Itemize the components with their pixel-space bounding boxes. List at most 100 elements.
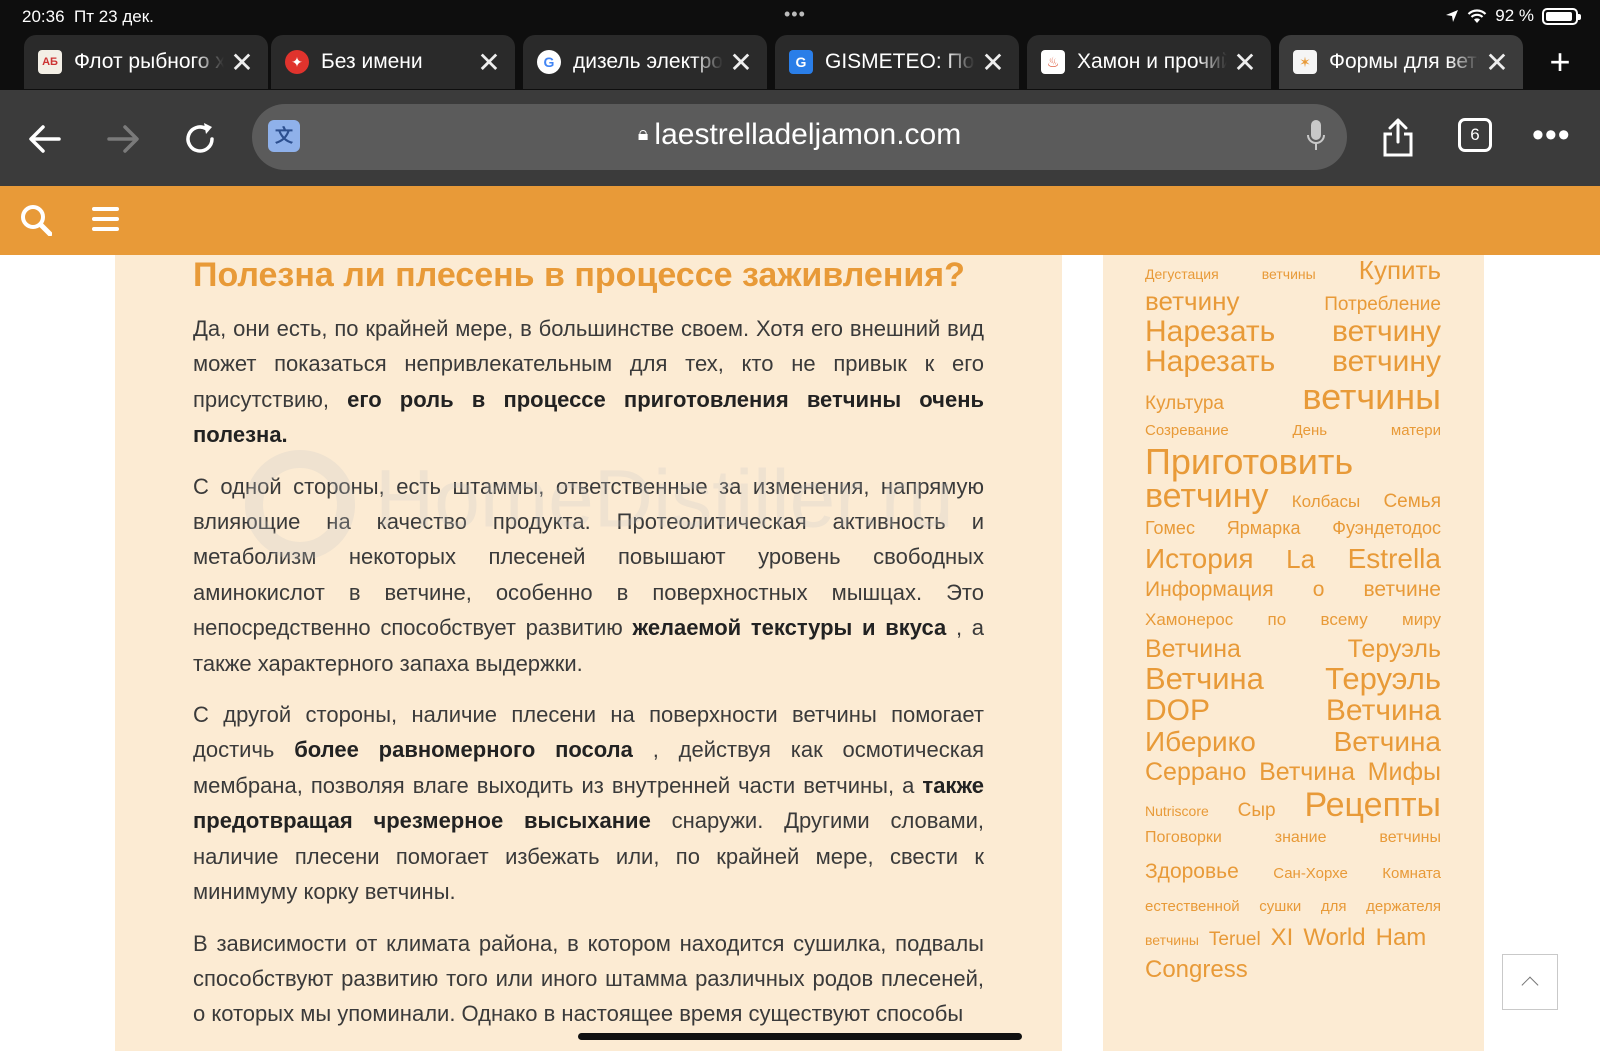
tag-link[interactable]: Congress xyxy=(1145,954,1248,985)
tab-4[interactable]: G GISMETEO: Погода ✕ xyxy=(775,35,1019,89)
tag-link[interactable]: ветчины xyxy=(1379,823,1441,853)
tag-line: Нарезать ветчину xyxy=(1145,347,1441,377)
scroll-to-top-button[interactable] xyxy=(1502,954,1558,1010)
forward-button[interactable] xyxy=(98,114,148,164)
tag-link[interactable]: XI xyxy=(1271,922,1294,954)
tab-title: Флот рыбного хозяйства xyxy=(74,50,224,73)
tag-link[interactable]: о xyxy=(1313,575,1325,605)
tag-link[interactable]: ветчины xyxy=(1145,924,1199,956)
tag-link[interactable]: по xyxy=(1268,605,1287,635)
location-icon xyxy=(1446,10,1459,22)
battery-icon xyxy=(1542,7,1581,25)
tag-link[interactable]: Фуэндетодос xyxy=(1332,513,1441,543)
tag-link[interactable]: Ветчина xyxy=(1145,663,1264,695)
tag-link[interactable]: знание xyxy=(1275,823,1327,853)
tag-link[interactable]: Ветчина xyxy=(1145,635,1241,663)
tag-link[interactable]: держателя xyxy=(1366,891,1441,922)
tag-link[interactable]: Сан-Хорхе xyxy=(1273,855,1348,893)
reload-button[interactable] xyxy=(175,114,225,164)
tag-link[interactable]: сушки xyxy=(1259,891,1301,922)
tag-line: Хамонерос по всему миру xyxy=(1145,605,1441,635)
battery-percent: 92 % xyxy=(1495,6,1534,25)
close-tab-icon[interactable]: ✕ xyxy=(477,46,501,79)
tag-link[interactable]: миру xyxy=(1402,605,1441,635)
tab-1[interactable]: AБ Флот рыбного хозяйства ✕ xyxy=(24,35,268,89)
tag-link[interactable]: матери xyxy=(1391,417,1441,445)
tag-line: Поговорки знание ветчины xyxy=(1145,823,1441,853)
tab-2[interactable]: ✦ Без имени ✕ xyxy=(271,35,515,89)
close-tab-icon[interactable]: ✕ xyxy=(230,46,254,79)
tag-link[interactable]: Приготовить xyxy=(1145,444,1353,480)
paragraph-2: С одной стороны, есть штаммы, ответствен… xyxy=(193,473,984,676)
tag-link[interactable]: ветчину xyxy=(1145,479,1269,513)
tag-link[interactable]: Купить xyxy=(1359,255,1441,286)
wifi-icon xyxy=(1467,8,1487,23)
address-bar[interactable]: 文 🔒︎ laestrelladeljamon.com xyxy=(252,104,1347,170)
tag-link[interactable]: Ветчина xyxy=(1259,757,1355,788)
article-content: Полезна ли плесень в процессе заживления… xyxy=(115,255,1062,1051)
tag-cloud: Дегустация ветчины Купить ветчину Потреблени… xyxy=(1145,255,1441,985)
back-button[interactable] xyxy=(20,114,70,164)
more-menu-button[interactable]: ••• xyxy=(1532,116,1571,155)
tag-line: ветчины Teruel XI World Ham xyxy=(1145,922,1441,954)
search-icon[interactable] xyxy=(20,204,52,236)
tag-link[interactable]: Теруэль xyxy=(1325,663,1441,695)
abc-grid-icon: AБ xyxy=(38,50,62,74)
tag-link[interactable]: La xyxy=(1286,543,1315,575)
tab-6-active[interactable]: ✶ Формы для ветчины ✕ xyxy=(1279,35,1523,89)
tag-link[interactable]: ветчины xyxy=(1262,259,1316,290)
tag-link[interactable]: Estrella xyxy=(1348,543,1441,575)
tag-link[interactable]: Теруэль xyxy=(1348,635,1441,663)
tag-link[interactable]: Ветчина xyxy=(1334,726,1441,757)
tab-switcher-button[interactable]: 6 xyxy=(1458,118,1492,152)
tag-link[interactable]: История xyxy=(1145,543,1254,575)
multitasking-dots[interactable]: ••• xyxy=(784,4,806,25)
tag-link[interactable]: Мифы xyxy=(1368,757,1441,788)
tag-link[interactable]: Иберико xyxy=(1145,726,1256,757)
tag-line: Нарезать ветчину xyxy=(1145,316,1441,347)
close-tab-icon[interactable]: ✕ xyxy=(1233,46,1257,79)
tag-link[interactable]: ветчине xyxy=(1364,575,1441,605)
tag-link[interactable]: для xyxy=(1321,891,1347,922)
home-indicator[interactable] xyxy=(578,1033,1022,1040)
tag-link[interactable]: ветчину xyxy=(1332,347,1441,377)
close-tab-icon[interactable]: ✕ xyxy=(729,46,753,79)
tag-link[interactable]: всему xyxy=(1321,605,1368,635)
tag-link[interactable]: DOP xyxy=(1145,695,1210,726)
tag-line: ветчину Колбасы Семья xyxy=(1145,479,1441,513)
tag-link[interactable]: Поговорки xyxy=(1145,823,1222,853)
tag-link[interactable]: Здоровье xyxy=(1145,853,1239,891)
url-display[interactable]: 🔒︎ laestrelladeljamon.com xyxy=(252,118,1347,152)
tag-link[interactable]: Рецепты xyxy=(1304,788,1441,823)
tag-link[interactable]: Комната xyxy=(1382,855,1441,893)
tag-link[interactable]: Серрано xyxy=(1145,757,1246,788)
tab-title: Формы для ветчины xyxy=(1329,50,1479,73)
tag-link[interactable]: World xyxy=(1303,922,1365,954)
arrow-left-icon xyxy=(29,125,61,153)
tag-link[interactable]: Ярмарка xyxy=(1227,513,1301,543)
tag-link[interactable]: Ветчина xyxy=(1326,695,1441,726)
tag-link[interactable]: Хамонерос xyxy=(1145,605,1233,635)
close-tab-icon[interactable]: ✕ xyxy=(1485,46,1509,79)
tag-link[interactable]: ветчину xyxy=(1332,316,1441,347)
tag-link[interactable]: естественной xyxy=(1145,891,1240,922)
microphone-icon[interactable] xyxy=(1307,120,1325,152)
tag-link[interactable]: Сыр xyxy=(1238,793,1276,828)
tag-line: Nutriscore Сыр Рецепты xyxy=(1145,788,1441,823)
tag-link[interactable]: ветчины xyxy=(1302,377,1441,417)
tag-link[interactable]: Teruel xyxy=(1209,924,1261,956)
tab-5[interactable]: ♨ Хамон и прочий ✕ xyxy=(1027,35,1271,89)
hamburger-menu-icon[interactable] xyxy=(92,207,119,233)
new-tab-button[interactable]: + xyxy=(1540,38,1580,86)
close-tab-icon[interactable]: ✕ xyxy=(981,46,1005,79)
tag-line: Ветчина Теруэль xyxy=(1145,663,1441,695)
share-button[interactable] xyxy=(1373,114,1423,164)
tag-link[interactable]: Информация xyxy=(1145,575,1274,605)
tag-link[interactable]: Нарезать xyxy=(1145,316,1275,347)
tag-link[interactable]: ветчину xyxy=(1145,286,1239,316)
tag-link[interactable]: Нарезать xyxy=(1145,347,1275,377)
tab-3[interactable]: G дизель электрох ✕ xyxy=(523,35,767,89)
tag-link[interactable]: Ham xyxy=(1376,922,1427,954)
tag-link[interactable]: Гомес xyxy=(1145,513,1195,543)
tag-line: История La Estrella xyxy=(1145,543,1441,575)
